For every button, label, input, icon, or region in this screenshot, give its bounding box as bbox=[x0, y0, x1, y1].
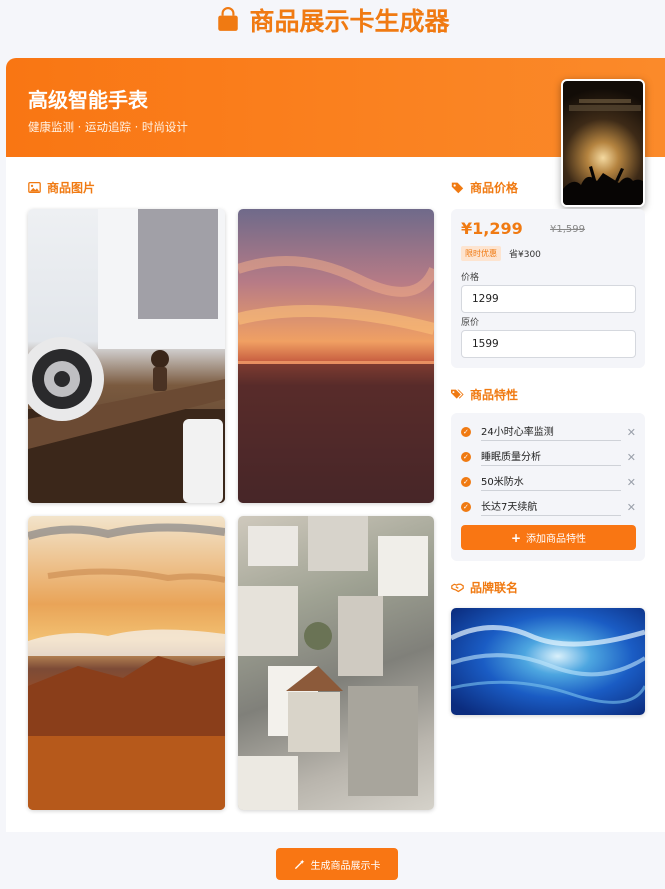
page-title: 商品展示卡生成器 bbox=[0, 0, 665, 40]
plus-icon: + bbox=[510, 530, 522, 545]
original-price: ¥1,599 bbox=[550, 224, 585, 235]
city-scene bbox=[238, 516, 428, 810]
banner-photo-concert[interactable] bbox=[561, 79, 645, 207]
tag-icon bbox=[451, 182, 464, 194]
remove-feature-icon[interactable]: ✕ bbox=[627, 501, 636, 514]
product-image-city[interactable] bbox=[238, 516, 434, 810]
price-panel: ¥1,299 ¥1,599 限时优惠 省¥300 价格 1299 原价 1599 bbox=[451, 209, 645, 368]
concert-silhouette bbox=[563, 99, 643, 205]
feature-input[interactable]: 50米防水 bbox=[480, 473, 621, 491]
feature-input[interactable]: 24小时心率监测 bbox=[480, 423, 621, 441]
features-panel: ✓ 24小时心率监测 ✕ ✓ 睡眠质量分析 ✕ ✓ 50米防水 ✕ ✓ 长达7天… bbox=[451, 413, 645, 561]
magic-wand-icon bbox=[294, 859, 304, 869]
remove-feature-icon[interactable]: ✕ bbox=[627, 451, 636, 464]
original-price-label: 原价 bbox=[461, 318, 480, 328]
ocean-scene bbox=[451, 625, 645, 704]
tags-icon bbox=[451, 389, 464, 399]
feature-item: ✓ 长达7天续航 ✕ bbox=[461, 497, 636, 517]
page-title-text: 商品展示卡生成器 bbox=[249, 7, 450, 36]
shopping-bag-icon bbox=[218, 7, 239, 31]
add-feature-button[interactable]: + 添加商品特性 bbox=[461, 525, 636, 550]
price-section-heading: 商品价格 bbox=[451, 179, 518, 196]
handshake-icon bbox=[451, 583, 464, 593]
price-input[interactable]: 1299 bbox=[461, 285, 636, 313]
feature-item: ✓ 24小时心率监测 ✕ bbox=[461, 422, 636, 442]
product-title: 高级智能手表 bbox=[28, 88, 148, 112]
brand-section-label: 品牌联名 bbox=[470, 581, 519, 595]
product-image-mountain[interactable] bbox=[28, 516, 225, 810]
product-image-sunset-sea[interactable] bbox=[238, 209, 434, 503]
mountain-scene bbox=[28, 523, 225, 810]
product-card: 高级智能手表 健康监测 · 运动追踪 · 时尚设计 商品图片 商品价格 ¥1,2… bbox=[6, 58, 665, 832]
feature-item: ✓ 睡眠质量分析 ✕ bbox=[461, 447, 636, 467]
product-image-desk[interactable] bbox=[28, 209, 225, 503]
sea-scene bbox=[238, 256, 434, 503]
generate-card-button[interactable]: 生成商品展示卡 bbox=[276, 848, 398, 880]
save-amount: 省¥300 bbox=[509, 250, 541, 260]
product-subtitle: 健康监测 · 运动追踪 · 时尚设计 bbox=[28, 120, 188, 134]
check-circle-icon: ✓ bbox=[461, 502, 471, 512]
current-price: ¥1,299 bbox=[461, 219, 523, 238]
images-section-heading: 商品图片 bbox=[28, 179, 95, 196]
price-section-label: 商品价格 bbox=[470, 181, 519, 195]
images-section-label: 商品图片 bbox=[47, 181, 96, 195]
check-circle-icon: ✓ bbox=[461, 427, 471, 437]
brand-section-heading: 品牌联名 bbox=[451, 579, 518, 596]
feature-input[interactable]: 睡眠质量分析 bbox=[480, 448, 621, 466]
remove-feature-icon[interactable]: ✕ bbox=[627, 426, 636, 439]
generate-card-label: 生成商品展示卡 bbox=[310, 860, 381, 872]
features-section-heading: 商品特性 bbox=[451, 386, 518, 403]
feature-input[interactable]: 长达7天续航 bbox=[480, 498, 621, 516]
image-icon bbox=[28, 181, 41, 194]
desk-scene bbox=[28, 209, 225, 503]
remove-feature-icon[interactable]: ✕ bbox=[627, 476, 636, 489]
brand-image-ocean[interactable] bbox=[451, 608, 645, 715]
promo-badge: 限时优惠 bbox=[461, 246, 501, 261]
features-section-label: 商品特性 bbox=[470, 388, 519, 402]
feature-item: ✓ 50米防水 ✕ bbox=[461, 472, 636, 492]
price-label: 价格 bbox=[461, 273, 480, 283]
check-circle-icon: ✓ bbox=[461, 477, 471, 487]
check-circle-icon: ✓ bbox=[461, 452, 471, 462]
original-price-input[interactable]: 1599 bbox=[461, 330, 636, 358]
add-feature-label: 添加商品特性 bbox=[526, 534, 587, 545]
